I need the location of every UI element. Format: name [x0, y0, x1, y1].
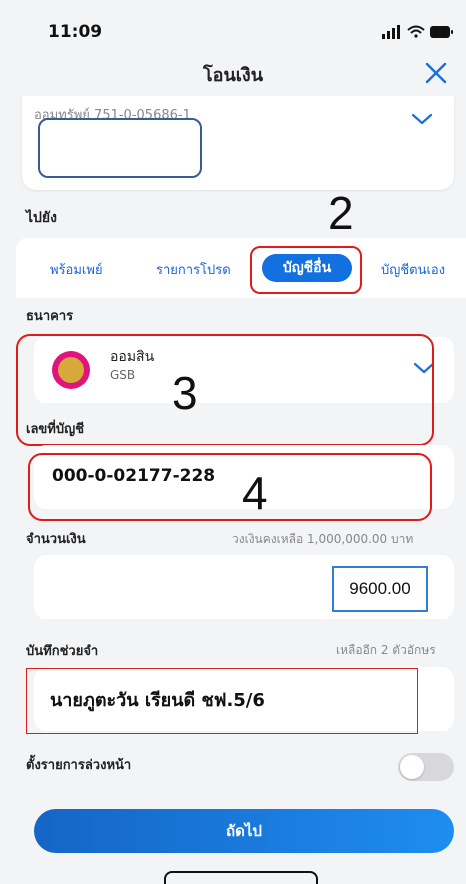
close-icon[interactable] — [421, 58, 451, 88]
destination-label: ไปยัง — [26, 210, 57, 226]
annotation-box-blue — [38, 118, 202, 178]
wifi-icon — [407, 25, 425, 38]
schedule-label: ตั้งรายการล่วงหน้า — [26, 758, 132, 773]
annotation-box-red-3 — [16, 334, 434, 446]
tab-own-account[interactable]: บัญชีตนเอง — [381, 259, 445, 280]
memo-section-label: บันทึกช่วยจำ — [26, 644, 99, 659]
next-button[interactable]: ถัดไป — [34, 809, 454, 853]
home-indicator — [164, 871, 318, 884]
page-title: โอนเงิน — [202, 65, 264, 86]
amount-value[interactable]: 9600.00 — [332, 566, 428, 612]
chevron-down-icon[interactable] — [410, 111, 434, 127]
annotation-number-2: 2 — [328, 187, 354, 239]
memo-remaining-text: เหลืออีก 2 ตัวอักษร — [336, 643, 436, 657]
battery-icon — [430, 26, 453, 38]
amount-section-label: จำนวนเงิน — [26, 532, 86, 547]
tab-favorites[interactable]: รายการโปรด — [156, 259, 231, 280]
amount-limit-text: วงเงินคงเหลือ 1,000,000.00 บาท — [232, 532, 414, 546]
tab-promptpay[interactable]: พร้อมเพย์ — [50, 259, 103, 280]
annotation-box-red-2 — [250, 246, 362, 294]
signal-icon — [382, 25, 400, 39]
memo-value[interactable]: นายภูตะวัน เรียนดี ชฟ.5/6 — [50, 685, 265, 714]
status-icons — [382, 25, 453, 39]
status-time: 11:09 — [48, 22, 103, 42]
bank-section-label: ธนาคาร — [26, 309, 74, 324]
annotation-box-red-4 — [28, 453, 432, 521]
schedule-toggle-knob — [400, 755, 424, 779]
